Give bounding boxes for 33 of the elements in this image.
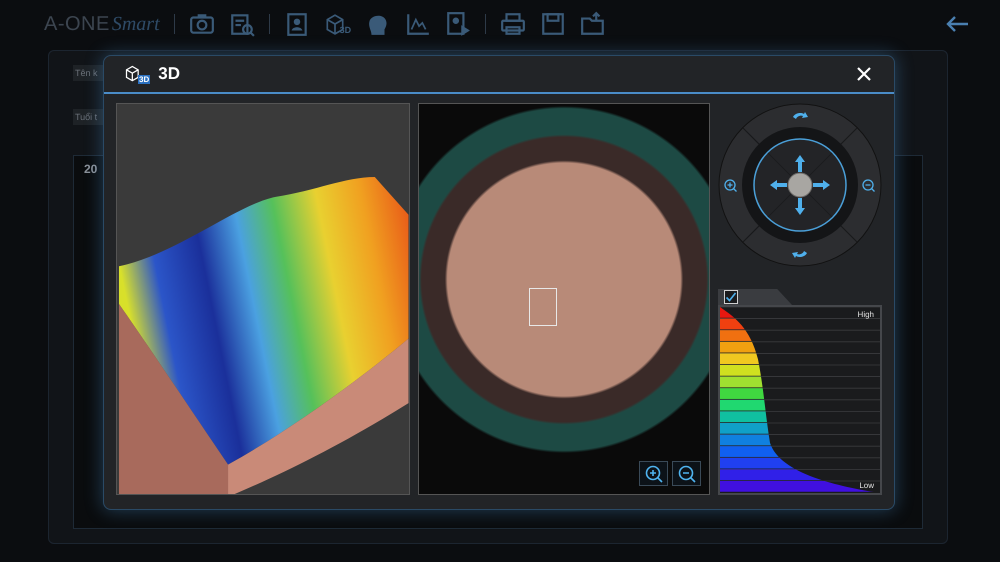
legend-checkbox[interactable] bbox=[724, 290, 738, 304]
high-label: High bbox=[858, 310, 874, 319]
app-logo: A-ONESmart bbox=[44, 12, 160, 36]
zoom-in-icon[interactable] bbox=[724, 179, 738, 192]
checkmark-icon bbox=[725, 292, 737, 302]
up-arrow-icon[interactable] bbox=[795, 155, 805, 172]
back-arrow-icon bbox=[944, 14, 970, 34]
printer-button[interactable] bbox=[500, 11, 526, 37]
back-button[interactable] bbox=[944, 14, 970, 34]
icon-badge: 3D bbox=[138, 74, 150, 84]
zoom-in-button[interactable] bbox=[639, 461, 668, 486]
floppy-disk-button[interactable] bbox=[540, 11, 566, 37]
video-report-icon bbox=[445, 11, 472, 37]
center-knob[interactable] bbox=[788, 172, 812, 198]
down-arrow-icon[interactable] bbox=[795, 198, 805, 215]
zoom-out-button[interactable] bbox=[672, 461, 701, 486]
folder-upload-button[interactable] bbox=[580, 11, 606, 37]
field-label: Tuổi t bbox=[73, 109, 103, 125]
printer-icon bbox=[500, 11, 526, 37]
video-report-button[interactable] bbox=[445, 11, 472, 37]
zoom-out-icon[interactable] bbox=[862, 179, 876, 192]
left-arrow-icon[interactable] bbox=[770, 180, 787, 190]
folder-upload-icon bbox=[580, 11, 606, 37]
field-label: Tên k bbox=[73, 65, 103, 81]
zoom-in-icon bbox=[644, 464, 664, 484]
rotate-icon[interactable] bbox=[792, 251, 807, 258]
close-icon bbox=[856, 66, 872, 82]
zoom-out-icon bbox=[676, 464, 696, 484]
rotate-icon[interactable] bbox=[793, 112, 808, 119]
low-label: Low bbox=[859, 481, 874, 490]
dialog-title: 3D bbox=[158, 64, 180, 84]
right-arrow-icon[interactable] bbox=[813, 180, 830, 190]
card-label: 20 bbox=[84, 162, 98, 176]
